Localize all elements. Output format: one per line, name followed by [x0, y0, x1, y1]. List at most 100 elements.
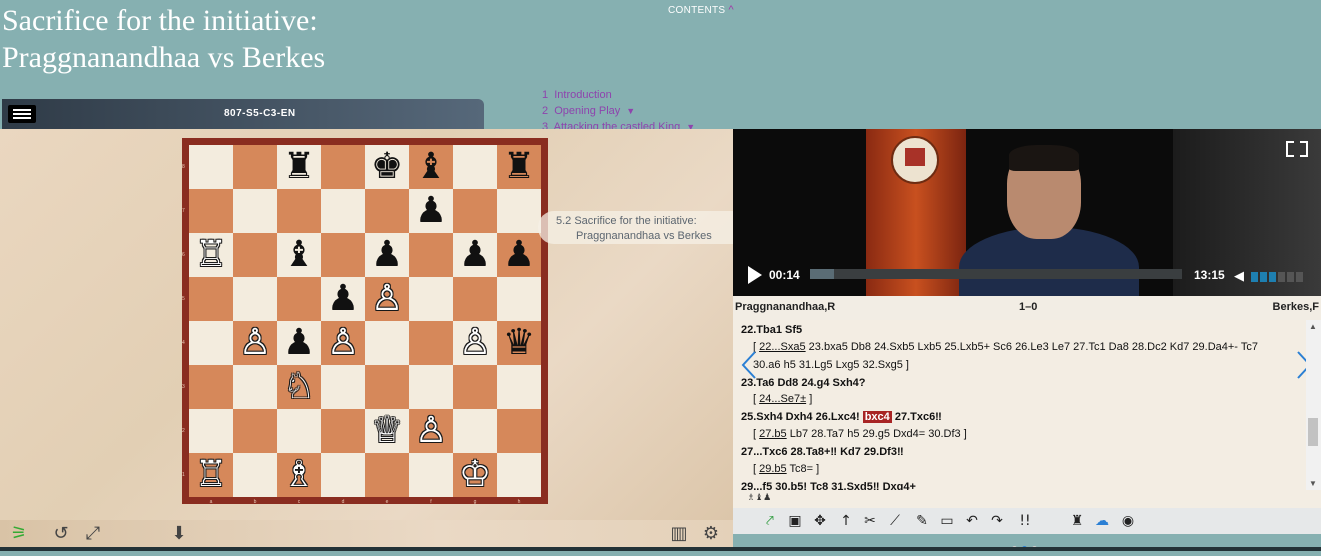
board-square[interactable]	[365, 189, 409, 233]
board-square[interactable]: 5	[182, 277, 233, 321]
eraser-icon[interactable]: ▭	[938, 512, 956, 530]
chess-piece[interactable]: ♙	[415, 409, 447, 453]
volume-bar[interactable]	[1287, 272, 1294, 282]
board-square[interactable]: 4	[182, 321, 233, 365]
board-square[interactable]: ♙	[453, 321, 497, 365]
board-square[interactable]: ♟	[365, 233, 409, 277]
scroll-up-icon[interactable]: ▲	[1309, 322, 1317, 331]
chess-piece[interactable]: ♛	[503, 321, 535, 365]
pen-icon[interactable]: ✎	[913, 512, 931, 530]
chess-piece[interactable]: ♖	[195, 233, 227, 277]
chess-piece[interactable]: ♟	[371, 233, 403, 277]
knife-icon[interactable]: ⟋	[886, 512, 904, 530]
move-line[interactable]: 27...Txc6 28.Ta8+‼ Kd7 29.Df3‼	[741, 445, 904, 459]
board-square[interactable]: ♟	[277, 321, 321, 365]
contents-toggle[interactable]: CONTENTS ^	[668, 4, 734, 16]
previous-arrow-icon[interactable]	[741, 350, 757, 380]
chess-piece[interactable]: ♘	[283, 365, 315, 409]
board-square[interactable]: ♟	[409, 189, 453, 233]
board-square[interactable]	[497, 409, 541, 453]
board-square[interactable]: ♙	[233, 321, 277, 365]
chess-piece[interactable]: ♙	[459, 321, 491, 365]
fullscreen-icon[interactable]	[1286, 141, 1308, 157]
share-icon[interactable]: ⤤	[761, 512, 779, 530]
board-square[interactable]	[233, 233, 277, 277]
chess-piece[interactable]: ♟	[283, 321, 315, 365]
board-square[interactable]: 3	[182, 365, 233, 409]
board-square[interactable]	[233, 365, 277, 409]
board-square[interactable]	[409, 365, 453, 409]
chess-piece[interactable]: ♗	[283, 453, 315, 497]
board-square[interactable]	[321, 233, 365, 277]
board-square[interactable]: h	[497, 453, 541, 505]
board-square[interactable]	[453, 189, 497, 233]
variation-line[interactable]: [ 22...Sxa5 23.bxa5 Db8 24.Sxb5 Lxb5 25.…	[753, 340, 1258, 354]
board-square[interactable]: ♙	[365, 277, 409, 321]
volume-bar[interactable]	[1296, 272, 1303, 282]
volume-slider[interactable]	[1251, 269, 1305, 287]
chapter-label[interactable]: 5.2 Sacrifice for the initiative: Praggn…	[538, 211, 734, 244]
board-square[interactable]	[233, 277, 277, 321]
engine-icon[interactable]: ♜	[1068, 512, 1086, 530]
variation-line[interactable]: [ 29.b5 Tc8= ]	[753, 462, 819, 476]
board-square[interactable]: 7	[182, 189, 233, 233]
move-line[interactable]: 23.Ta6 Dd8 24.g4 Sxh4?	[741, 376, 866, 390]
current-move[interactable]: bxc4	[862, 411, 892, 423]
cut-icon[interactable]: ✂	[861, 512, 879, 530]
board-square[interactable]	[409, 321, 453, 365]
board-square[interactable]	[453, 277, 497, 321]
board-square[interactable]: f	[409, 453, 453, 505]
board-square[interactable]: ♜	[497, 145, 541, 189]
board-square[interactable]	[497, 189, 541, 233]
chess-piece[interactable]: ♜	[283, 145, 315, 189]
variation-link[interactable]: 24...Se7±	[759, 393, 806, 405]
play-icon[interactable]	[748, 266, 762, 284]
board-square[interactable]: ♝	[277, 233, 321, 277]
up-arrow-icon[interactable]: ↑	[837, 512, 855, 530]
annotation-icon[interactable]: !!	[1016, 512, 1034, 530]
variation-line[interactable]: [ 24...Se7± ]	[753, 392, 812, 406]
volume-bar[interactable]	[1278, 272, 1285, 282]
board-square[interactable]: ♙	[409, 409, 453, 453]
board-square[interactable]	[277, 409, 321, 453]
board-square[interactable]: e	[365, 453, 409, 505]
chess-piece[interactable]: ♟	[327, 277, 359, 321]
board-square[interactable]	[321, 145, 365, 189]
redo-icon[interactable]: ↷	[988, 512, 1006, 530]
notation-scrollbar[interactable]: ▲ ▼	[1306, 320, 1321, 490]
hamburger-menu-icon[interactable]	[8, 105, 36, 123]
board-square[interactable]	[453, 145, 497, 189]
toc-item-introduction[interactable]: 1 Introduction	[542, 87, 695, 103]
chess-piece[interactable]: ♙	[239, 321, 271, 365]
chess-piece[interactable]: ♟	[459, 233, 491, 277]
chess-piece[interactable]: ♝	[283, 233, 315, 277]
board-square[interactable]: ♗ c	[277, 453, 321, 505]
variation-link[interactable]: 27.b5	[759, 428, 787, 440]
scroll-thumb[interactable]	[1308, 418, 1318, 446]
board-square[interactable]	[453, 365, 497, 409]
board-square[interactable]: 8	[182, 145, 233, 189]
board-square[interactable]	[233, 409, 277, 453]
board-square[interactable]: ♕	[365, 409, 409, 453]
board-square[interactable]: 2	[182, 409, 233, 453]
board-square[interactable]: ♝	[409, 145, 453, 189]
variation-link[interactable]: 29.b5	[759, 463, 787, 475]
board-square[interactable]	[233, 189, 277, 233]
chess-piece[interactable]: ♝	[415, 145, 447, 189]
dropdown-arrow-icon[interactable]: ▼	[626, 106, 635, 116]
chess-piece[interactable]: ♜	[503, 145, 535, 189]
scroll-down-icon[interactable]: ▼	[1309, 479, 1317, 488]
expand-icon[interactable]: ⤢	[82, 523, 104, 545]
volume-bar[interactable]	[1269, 272, 1276, 282]
move-line[interactable]: 22.Tba1 Sf5	[741, 323, 802, 337]
board-square[interactable]: ♜	[277, 145, 321, 189]
board-square[interactable]	[277, 277, 321, 321]
chess-board[interactable]: 8 ♜ ♚ ♝ ♜ 7 ♟ ♖ 6 ♝ ♟ ♟ ♟ 5 ♟ ♙ 4 ♙ ♟ ♙ ♙ ♛ 3 ♘ 2 ♕ ♙ ♖ 1 a b ♗ c d e f ♔ g h	[182, 145, 541, 505]
board-square[interactable]: ♖ 1 a	[182, 453, 233, 505]
volume-bar[interactable]	[1251, 272, 1258, 282]
notation-panel[interactable]: 22.Tba1 Sf5 [ 22...Sxa5 23.bxa5 Db8 24.S…	[733, 320, 1306, 490]
board-square[interactable]: ♛	[497, 321, 541, 365]
chess-piece[interactable]: ♙	[327, 321, 359, 365]
save-icon[interactable]: ▣	[786, 512, 804, 530]
variation-link[interactable]: 22...Sxa5	[759, 341, 805, 353]
